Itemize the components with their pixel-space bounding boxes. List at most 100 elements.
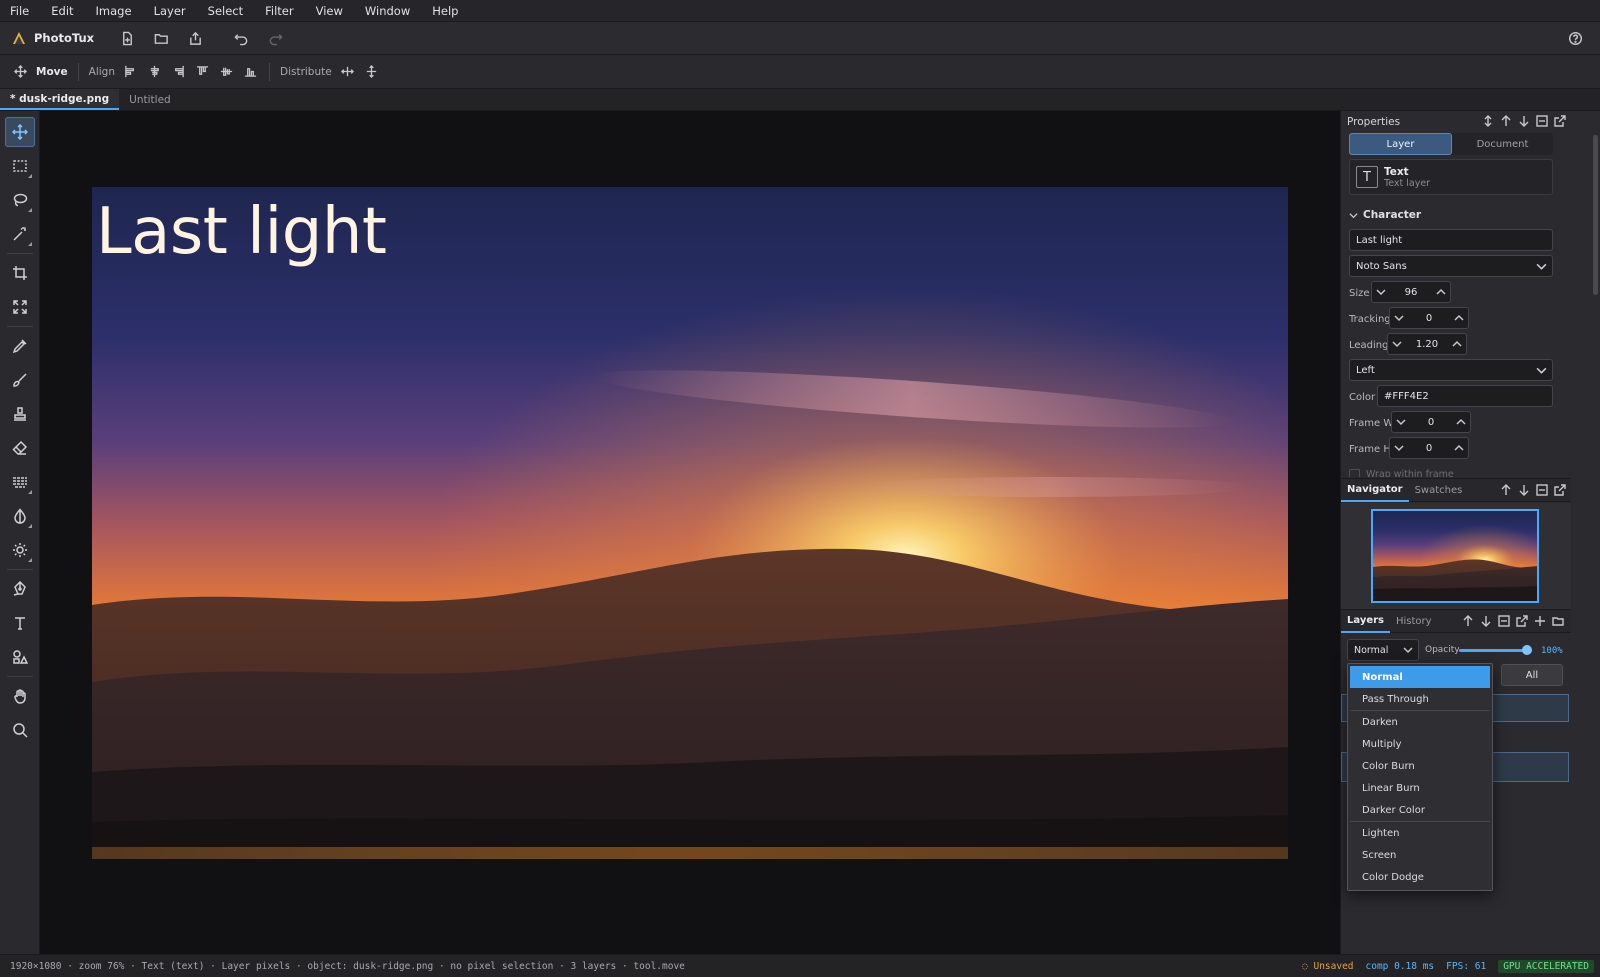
blend-option-darken[interactable]: Darken	[1350, 711, 1490, 733]
distribute-v-button[interactable]	[360, 61, 384, 83]
menu-window[interactable]: Window	[365, 4, 410, 18]
document-canvas[interactable]: Last light	[92, 187, 1288, 859]
menu-file[interactable]: File	[10, 4, 29, 18]
pop-out-icon[interactable]	[1516, 615, 1528, 627]
layer-filter-all-button[interactable]: All	[1501, 664, 1563, 686]
text-content-input[interactable]: Last light	[1349, 229, 1553, 251]
tool-clone-stamp[interactable]	[5, 399, 35, 429]
chevron-up-icon[interactable]	[1436, 287, 1446, 297]
opacity-slider-thumb[interactable]	[1522, 645, 1532, 655]
blend-option-color-dodge[interactable]: Color Dodge	[1350, 866, 1490, 888]
tab-dusk-ridge[interactable]: * dusk-ridge.png	[0, 89, 120, 110]
color-hex-input[interactable]: #FFF4E2	[1377, 385, 1553, 407]
help-button[interactable]	[1562, 26, 1588, 50]
blend-option-darker-color[interactable]: Darker Color	[1350, 799, 1490, 821]
tracking-stepper[interactable]: 0	[1389, 307, 1469, 329]
frame-height-value[interactable]: 0	[1426, 443, 1432, 454]
tab-navigator[interactable]: Navigator	[1341, 478, 1409, 502]
tool-brightness[interactable]	[5, 535, 35, 565]
arrow-down-icon[interactable]	[1518, 484, 1530, 496]
undo-button[interactable]	[228, 26, 254, 50]
open-file-button[interactable]	[148, 26, 174, 50]
collapse-panel-icon[interactable]	[1536, 484, 1548, 496]
frame-width-value[interactable]: 0	[1428, 417, 1434, 428]
tab-swatches[interactable]: Swatches	[1409, 478, 1469, 502]
tool-eyedropper[interactable]	[5, 331, 35, 361]
arrow-down-icon[interactable]	[1480, 615, 1492, 627]
leading-value[interactable]: 1.20	[1416, 339, 1438, 350]
blend-option-lighten[interactable]: Lighten	[1350, 822, 1490, 844]
collapse-panel-icon[interactable]	[1498, 615, 1510, 627]
properties-scrollbar[interactable]	[1593, 135, 1598, 295]
character-section-header[interactable]: Character	[1349, 209, 1421, 221]
align-middle-button[interactable]	[215, 61, 239, 83]
collapse-panel-icon[interactable]	[1536, 115, 1548, 127]
tab-document-properties[interactable]: Document	[1452, 133, 1553, 155]
tool-zoom[interactable]	[5, 715, 35, 745]
new-group-folder-icon[interactable]	[1552, 615, 1564, 627]
align-right-button[interactable]	[167, 61, 191, 83]
tool-transform[interactable]	[5, 292, 35, 322]
export-button[interactable]	[182, 26, 208, 50]
chevron-down-icon[interactable]	[1396, 417, 1406, 427]
size-stepper[interactable]: 96	[1371, 281, 1451, 303]
menu-view[interactable]: View	[316, 4, 343, 18]
tool-magic-wand[interactable]	[5, 219, 35, 249]
tool-brush[interactable]	[5, 365, 35, 395]
chevron-up-icon[interactable]	[1452, 339, 1462, 349]
tool-move[interactable]	[4, 117, 35, 147]
align-bottom-button[interactable]	[239, 61, 263, 83]
tab-history[interactable]: History	[1390, 609, 1438, 633]
tool-eraser[interactable]	[5, 433, 35, 463]
chevron-up-icon[interactable]	[1456, 417, 1466, 427]
wrap-checkbox[interactable]	[1349, 469, 1360, 477]
pin-icon[interactable]	[1482, 115, 1494, 127]
chevron-down-icon[interactable]	[1392, 339, 1402, 349]
arrow-down-icon[interactable]	[1518, 115, 1530, 127]
chevron-down-icon[interactable]	[1394, 443, 1404, 453]
menu-filter[interactable]: Filter	[265, 4, 293, 18]
chevron-down-icon[interactable]	[1394, 313, 1404, 323]
blend-option-normal[interactable]: Normal	[1350, 666, 1490, 688]
tab-untitled[interactable]: Untitled	[119, 89, 181, 110]
blend-mode-select[interactable]: Normal	[1347, 639, 1419, 661]
blend-option-screen[interactable]: Screen	[1350, 844, 1490, 866]
redo-button[interactable]	[262, 26, 288, 50]
tool-pen[interactable]	[5, 574, 35, 604]
leading-stepper[interactable]: 1.20	[1387, 333, 1467, 355]
blend-option-pass-through[interactable]: Pass Through	[1350, 688, 1490, 710]
blend-option-multiply[interactable]: Multiply	[1350, 733, 1490, 755]
tracking-value[interactable]: 0	[1426, 313, 1432, 324]
tool-shapes[interactable]	[5, 642, 35, 672]
tab-layers[interactable]: Layers	[1341, 609, 1390, 633]
text-align-select[interactable]: Left	[1349, 359, 1553, 381]
add-layer-icon[interactable]	[1534, 615, 1546, 627]
navigator-viewport[interactable]	[1371, 509, 1539, 603]
arrow-up-icon[interactable]	[1500, 484, 1512, 496]
tool-lasso[interactable]	[5, 185, 35, 215]
menu-image[interactable]: Image	[96, 4, 132, 18]
tab-layer-properties[interactable]: Layer	[1349, 133, 1452, 155]
menu-help[interactable]: Help	[432, 4, 458, 18]
chevron-up-icon[interactable]	[1454, 443, 1464, 453]
new-file-button[interactable]	[114, 26, 140, 50]
tool-dodge-burn[interactable]	[5, 501, 35, 531]
frame-height-stepper[interactable]: 0	[1389, 437, 1469, 459]
frame-width-stepper[interactable]: 0	[1391, 411, 1471, 433]
menu-select[interactable]: Select	[208, 4, 243, 18]
opacity-slider-track[interactable]	[1459, 649, 1529, 652]
distribute-h-button[interactable]	[336, 61, 360, 83]
align-left-button[interactable]	[119, 61, 143, 83]
align-center-h-button[interactable]	[143, 61, 167, 83]
arrow-up-icon[interactable]	[1500, 115, 1512, 127]
menu-edit[interactable]: Edit	[51, 4, 73, 18]
canvas-area[interactable]: Last light	[40, 111, 1340, 954]
chevron-down-icon[interactable]	[1376, 287, 1386, 297]
font-family-select[interactable]: Noto Sans	[1349, 255, 1553, 277]
tool-crop[interactable]	[5, 258, 35, 288]
blend-option-color-burn[interactable]: Color Burn	[1350, 755, 1490, 777]
tool-type[interactable]	[5, 608, 35, 638]
tool-hand[interactable]	[5, 681, 35, 711]
size-value[interactable]: 96	[1405, 287, 1418, 298]
arrow-up-icon[interactable]	[1462, 615, 1474, 627]
